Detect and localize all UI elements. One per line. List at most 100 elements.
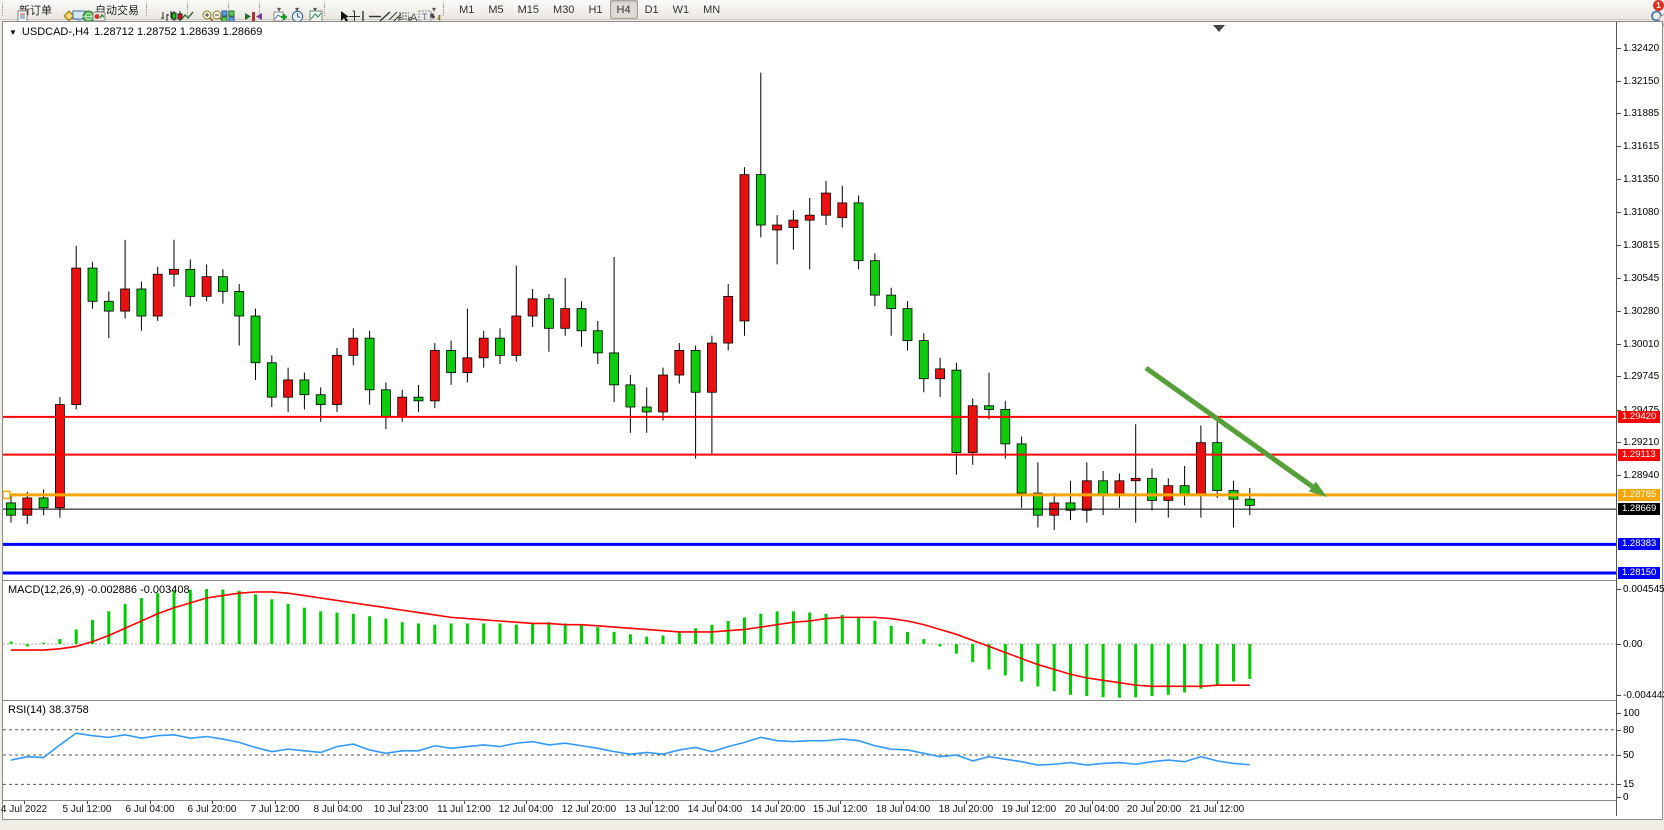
- price-tick-dash: [1617, 278, 1621, 279]
- time-axis-label: 18 Jul 04:00: [876, 804, 931, 815]
- autotrading-button[interactable]: 自动交易: [87, 0, 144, 19]
- macd-axis-label: 0.004545: [1623, 584, 1664, 595]
- time-axis-label: 13 Jul 12:00: [625, 804, 680, 815]
- toolbar-grip: [146, 3, 151, 16]
- rsi-canvas[interactable]: [3, 701, 1616, 799]
- time-axis-label: 6 Jul 04:00: [126, 804, 175, 815]
- rsi-tick-dash: [1617, 784, 1621, 785]
- time-axis-label: 8 Jul 04:00: [314, 804, 363, 815]
- macd-value-signal: -0.003408: [140, 584, 190, 596]
- candles: [7, 73, 1255, 530]
- price-tick-label: 1.30815: [1623, 240, 1659, 251]
- rsi-value: 38.3758: [49, 704, 89, 716]
- timeframe-M15[interactable]: M15: [511, 0, 546, 19]
- timeframe-MN[interactable]: MN: [696, 0, 727, 19]
- notification-badge: 1: [1653, 0, 1664, 11]
- price-tick-dash: [1617, 113, 1621, 114]
- price-tick-dash: [1617, 475, 1621, 476]
- timeframe-D1[interactable]: D1: [638, 0, 666, 19]
- time-axis-label: 20 Jul 20:00: [1127, 804, 1182, 815]
- price-tick-dash: [1617, 442, 1621, 443]
- price-level-label: 1.28669: [1618, 503, 1660, 515]
- time-axis-label: 4 Jul 2022: [1, 804, 47, 815]
- time-axis-label: 11 Jul 12:00: [437, 804, 491, 815]
- timeframe-M5[interactable]: M5: [481, 0, 510, 19]
- rsi-axis-label: 0: [1623, 792, 1629, 803]
- price-level-label: 1.29113: [1618, 449, 1660, 461]
- rsi-axis-label: 80: [1623, 725, 1634, 736]
- timeframe-M30[interactable]: M30: [546, 0, 581, 19]
- price-tick-label: 1.31350: [1623, 174, 1659, 185]
- macd-axis-label: -0.004443: [1623, 690, 1664, 701]
- rsi-line: [11, 733, 1250, 765]
- price-tick-dash: [1617, 48, 1621, 49]
- time-axis-label: 21 Jul 12:00: [1190, 804, 1245, 815]
- price-scale[interactable]: 1.32420 1.32150 1.31885 1.31615 1.31350 1.310…: [1617, 22, 1661, 816]
- periods-button[interactable]: ▾: [286, 0, 304, 19]
- price-tick-dash: [1617, 376, 1621, 377]
- rsi-axis-label: 15: [1623, 779, 1634, 790]
- toolbar-grip: [324, 3, 329, 16]
- macd-value-main: -0.002886: [87, 584, 137, 596]
- time-axis-label: 15 Jul 12:00: [813, 804, 868, 815]
- rsi-label: RSI(14) 38.3758: [8, 704, 89, 716]
- price-tick-label: 1.30545: [1623, 273, 1659, 284]
- price-chart-canvas[interactable]: [3, 22, 1616, 580]
- horizontal-level-lines[interactable]: [3, 417, 1616, 573]
- chart-ohlc-quotes: 1.28712 1.28752 1.28639 1.28669: [94, 26, 262, 38]
- templates-button[interactable]: ▾: [304, 0, 322, 19]
- trend-arrow[interactable]: [1146, 368, 1327, 497]
- price-tick-label: 1.31080: [1623, 207, 1659, 218]
- cursor-button[interactable]: [333, 0, 343, 19]
- price-tick-dash: [1617, 245, 1621, 246]
- new-order-button[interactable]: 新订单: [11, 0, 57, 19]
- chart-menu-arrow-icon[interactable]: ▼: [9, 28, 17, 37]
- time-axis-label: 19 Jul 12:00: [1002, 804, 1057, 815]
- time-axis-label: 7 Jul 12:00: [251, 804, 300, 815]
- price-level-label: 1.29420: [1618, 411, 1660, 423]
- timeframe-H1[interactable]: H1: [581, 0, 609, 19]
- time-axis[interactable]: 4 Jul 20225 Jul 12:006 Jul 04:006 Jul 20…: [3, 801, 1616, 817]
- timeframe-W1[interactable]: W1: [666, 0, 697, 19]
- macd-axis-label: 0.00: [1623, 639, 1642, 650]
- price-tick-label: 1.28940: [1623, 470, 1659, 481]
- toolbar-right-tools: 1: [1650, 4, 1658, 16]
- macd-tick-dash: [1617, 589, 1621, 590]
- pane-separator[interactable]: [3, 700, 1661, 701]
- price-tick-dash: [1617, 146, 1621, 147]
- market-watch-button[interactable]: [57, 0, 67, 19]
- timeframe-group: M1M5M15M30H1H4D1W1MN: [452, 0, 727, 19]
- price-level-label: 1.28785: [1618, 489, 1660, 501]
- price-tick-label: 1.29745: [1623, 371, 1659, 382]
- bar-chart-button[interactable]: [155, 0, 165, 19]
- timeframe-M1[interactable]: M1: [452, 0, 481, 19]
- toolbar: 新订单 自动交易: [0, 0, 1664, 20]
- timeframe-H4[interactable]: H4: [610, 0, 638, 19]
- price-tick-label: 1.32420: [1623, 43, 1659, 54]
- macd-canvas[interactable]: [3, 581, 1616, 700]
- macd-histogram: [11, 589, 1250, 698]
- price-tick-dash: [1617, 179, 1621, 180]
- price-tick-label: 1.31615: [1623, 141, 1659, 152]
- price-level-label: 1.28150: [1618, 567, 1660, 579]
- price-tick-dash: [1617, 212, 1621, 213]
- indicators-button[interactable]: ▾: [268, 0, 286, 19]
- price-tick-dash: [1617, 311, 1621, 312]
- time-axis-label: 18 Jul 20:00: [939, 804, 994, 815]
- price-tick-dash: [1617, 344, 1621, 345]
- pane-separator[interactable]: [3, 580, 1661, 581]
- time-axis-label: 14 Jul 04:00: [688, 804, 743, 815]
- rsi-axis-label: 50: [1623, 750, 1634, 761]
- chart-symbol-period: USDCAD-,H4: [22, 26, 89, 38]
- price-tick-label: 1.31885: [1623, 108, 1659, 119]
- chart-shift-marker-icon[interactable]: [1213, 25, 1225, 32]
- time-axis-label: 6 Jul 20:00: [188, 804, 237, 815]
- price-tick-label: 1.32150: [1623, 76, 1659, 87]
- toolbar-grip: [443, 3, 448, 16]
- time-axis-label: 10 Jul 23:00: [374, 804, 429, 815]
- rsi-tick-dash: [1617, 730, 1621, 731]
- line-anchor-marker[interactable]: [3, 491, 10, 498]
- auto-scroll-button[interactable]: [237, 0, 247, 19]
- zoom-in-button[interactable]: [196, 0, 206, 19]
- macd-tick-dash: [1617, 644, 1621, 645]
